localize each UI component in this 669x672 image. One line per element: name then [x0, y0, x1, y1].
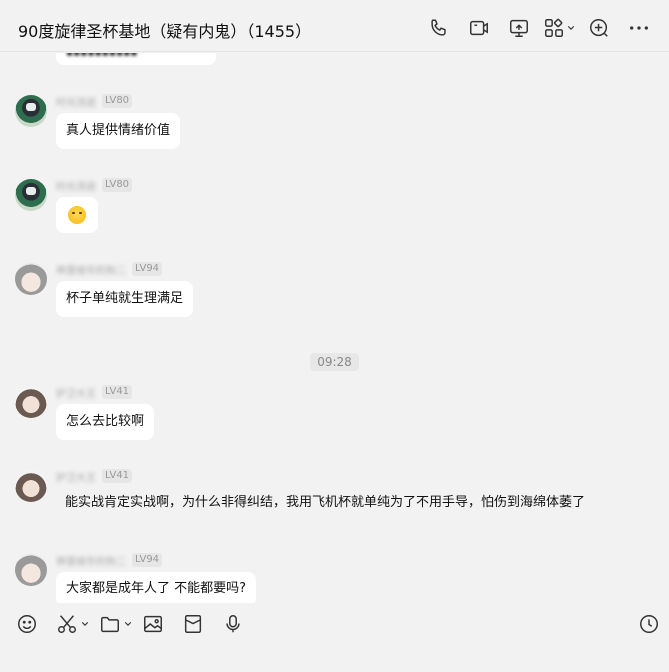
timestamp-divider: 09:28 [0, 351, 669, 371]
emoji-icon [18, 615, 36, 633]
message-bubble[interactable]: 杯子单纯就生理满足 [56, 281, 194, 317]
message-bubble[interactable]: 怎么去比较啊 [56, 404, 155, 440]
history-clock-icon [640, 615, 658, 633]
sender-meta: 护卫大王 LV41 [56, 468, 133, 484]
avatar[interactable] [15, 179, 47, 211]
chat-header: 90度旋律圣杯基地（疑有内鬼）（1455） [0, 0, 669, 52]
screenshot-button[interactable] [56, 612, 89, 636]
scissors-icon [58, 615, 76, 633]
sender-nickname[interactable]: 时光流逝 [56, 178, 96, 193]
mic-icon [226, 615, 240, 633]
timestamp: 09:28 [310, 353, 359, 371]
sender-nickname[interactable]: 神里绫华的狗二 [56, 262, 126, 277]
avatar[interactable] [15, 263, 47, 295]
voice-input-button[interactable] [222, 612, 244, 636]
level-badge: LV41 [102, 385, 133, 399]
more-button[interactable] [619, 14, 659, 42]
input-toolbar [0, 604, 669, 644]
header-actions [419, 14, 659, 42]
sender-meta: 时光流逝 LV80 [56, 93, 133, 109]
level-badge: LV94 [132, 553, 163, 567]
screen-share-icon [510, 19, 528, 37]
sender-nickname[interactable]: 神里绫华的狗二 [56, 553, 126, 568]
level-badge: LV80 [102, 178, 133, 192]
image-button[interactable] [142, 612, 164, 636]
sender-nickname[interactable]: 护卫大王 [56, 469, 96, 484]
sender-nickname[interactable]: 护卫大王 [56, 385, 96, 400]
level-badge: LV94 [132, 262, 163, 276]
voice-call-button[interactable] [419, 14, 459, 42]
message-list[interactable]: ▮▮▮▮▮▮▮▮▮▮ 时光流逝 LV80 真人提供情绪价值 时光流逝 LV80 … [0, 53, 669, 603]
chat-history-button[interactable] [638, 612, 660, 636]
level-badge: LV41 [102, 469, 133, 483]
add-circle-icon [590, 19, 608, 37]
message-bubble[interactable]: 能实战肯定实战啊，为什么非得纠结，我用飞机杯就单纯为了不用手导，怕伤到海绵体萎了 [56, 492, 616, 514]
sender-meta: 护卫大王 LV41 [56, 384, 133, 400]
chevron-down-icon [124, 622, 132, 626]
folder-icon [101, 616, 119, 633]
avatar[interactable] [15, 470, 47, 502]
level-badge: LV80 [102, 94, 133, 108]
avatar[interactable] [15, 386, 47, 418]
sender-meta: 神里绫华的狗二 LV94 [56, 261, 163, 277]
red-packet-icon [184, 615, 202, 633]
message-bubble[interactable]: ▮▮▮▮▮▮▮▮▮▮ [56, 53, 216, 65]
emoji-button[interactable] [16, 612, 38, 636]
message-bubble[interactable]: 真人提供情绪价值 [56, 113, 181, 149]
message-bubble[interactable] [56, 197, 98, 233]
message-bubble[interactable]: 大家都是成年人了 不能都要吗? [56, 572, 257, 603]
smirk-emoji-icon [68, 205, 86, 224]
file-button[interactable] [99, 612, 132, 636]
chevron-down-icon [567, 26, 575, 30]
sender-nickname[interactable]: 时光流逝 [56, 94, 96, 109]
red-packet-button[interactable] [182, 612, 204, 636]
screen-share-button[interactable] [499, 14, 539, 42]
sender-meta: 神里绫华的狗二 LV94 [56, 552, 163, 568]
avatar[interactable] [15, 554, 47, 586]
add-member-button[interactable] [579, 14, 619, 42]
more-icon [630, 26, 648, 30]
video-call-button[interactable] [459, 14, 499, 42]
chevron-down-icon [81, 622, 89, 626]
avatar[interactable] [15, 95, 47, 127]
group-title: 90度旋律圣杯基地（疑有内鬼）（1455） [18, 22, 312, 41]
phone-icon [431, 19, 446, 36]
apps-button[interactable] [539, 14, 579, 42]
image-icon [144, 615, 162, 633]
video-icon [470, 20, 488, 36]
apps-icon [545, 18, 563, 37]
sender-meta: 时光流逝 LV80 [56, 177, 133, 193]
